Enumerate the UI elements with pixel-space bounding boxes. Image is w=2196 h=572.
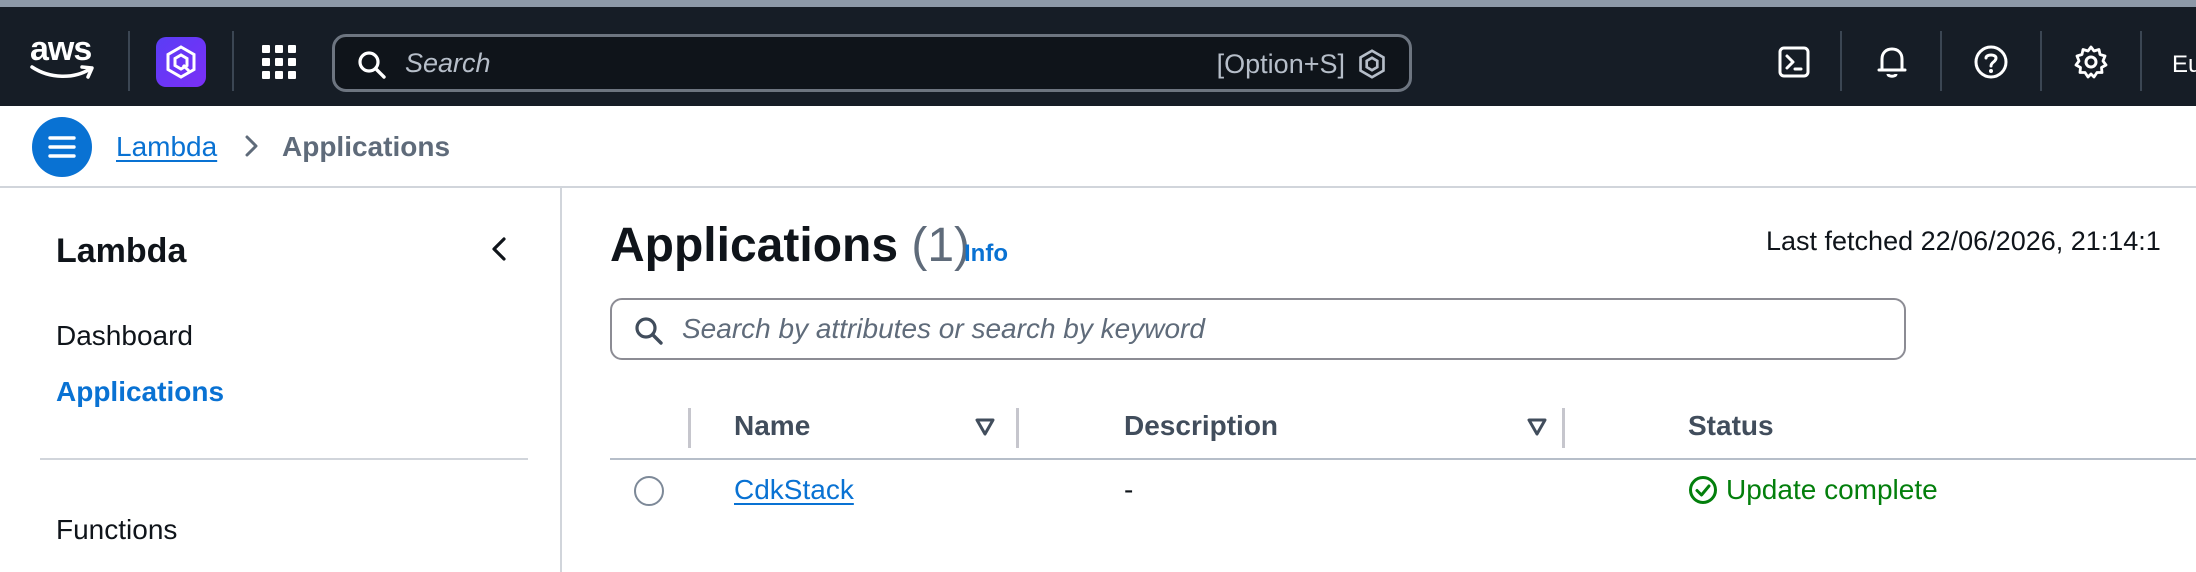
sidebar-item-applications[interactable]: Applications (56, 376, 224, 408)
chevron-right-icon (245, 135, 258, 157)
amazon-q-icon[interactable] (1357, 49, 1387, 79)
global-search-input[interactable] (405, 45, 1105, 81)
nav-divider (232, 31, 234, 91)
breadcrumb-lambda[interactable]: Lambda (116, 131, 217, 163)
table-row[interactable]: CdkStack - Update complete (610, 460, 2196, 544)
top-navigation: aws [Option+S] (0, 0, 2196, 106)
aws-logo-text: aws (30, 30, 92, 68)
help-button[interactable] (1972, 43, 2010, 81)
aws-logo[interactable]: aws (30, 30, 100, 85)
column-separator[interactable] (1562, 408, 1565, 448)
nav-divider (1840, 31, 1842, 91)
global-search[interactable]: [Option+S] (332, 34, 1412, 92)
page-title: Applications (1) (610, 218, 970, 273)
page-title-count: (1) (911, 219, 971, 272)
application-name-link[interactable]: CdkStack (734, 474, 854, 506)
filter-search-input[interactable] (682, 312, 1862, 346)
settings-button[interactable] (2072, 43, 2110, 81)
nav-divider (2040, 31, 2042, 91)
sidebar-divider (40, 458, 528, 460)
gear-icon (2074, 45, 2108, 79)
nav-divider (1940, 31, 1942, 91)
bell-icon (1877, 47, 1907, 78)
sidebar-item-dashboard[interactable]: Dashboard (56, 320, 193, 352)
table-header: Name Description Status (610, 398, 2196, 460)
sort-icon[interactable] (974, 416, 996, 438)
column-header-status[interactable]: Status (1688, 410, 1774, 442)
app-grid-icon[interactable] (262, 45, 296, 79)
nav-divider (2140, 31, 2142, 91)
search-shortcut-hint: [Option+S] (1216, 49, 1345, 79)
status-text: Update complete (1726, 474, 1938, 505)
column-header-name[interactable]: Name (734, 410, 810, 442)
amazon-q-button[interactable] (156, 37, 206, 87)
last-fetched-timestamp: Last fetched 22/06/2026, 21:14:1 (1766, 226, 2161, 256)
check-circle-icon (1689, 476, 1717, 504)
side-menu-toggle[interactable] (32, 117, 92, 177)
column-header-description[interactable]: Description (1124, 410, 1278, 442)
sidebar-item-functions[interactable]: Functions (56, 514, 177, 546)
region-selector[interactable]: Eu (2172, 51, 2196, 79)
application-description: - (1124, 474, 1134, 505)
help-icon (1974, 45, 2008, 79)
cloudshell-button[interactable] (1775, 43, 1813, 81)
breadcrumb: Lambda Applications (0, 106, 2196, 188)
page-title-text: Applications (610, 219, 899, 272)
column-separator[interactable] (1016, 408, 1019, 448)
chevron-left-icon[interactable] (482, 232, 516, 266)
search-icon (358, 51, 386, 79)
amazon-q-icon (166, 45, 196, 79)
filter-search[interactable] (610, 298, 1906, 360)
notifications-button[interactable] (1873, 43, 1911, 81)
cloudshell-icon (1778, 46, 1810, 78)
column-separator (688, 408, 691, 448)
sidebar-title: Lambda (56, 232, 187, 270)
breadcrumb-applications: Applications (282, 131, 451, 162)
sort-icon[interactable] (1526, 416, 1548, 438)
sidebar: Lambda Dashboard Applications Functions (0, 188, 562, 572)
nav-divider (128, 31, 130, 91)
hamburger-icon (48, 136, 76, 158)
status-badge: Update complete (1688, 474, 1938, 506)
main-content: Applications (1) Info Last fetched 22/06… (564, 188, 2196, 572)
row-select-radio[interactable] (634, 476, 664, 506)
info-link[interactable]: Info (964, 240, 1008, 268)
search-icon (635, 317, 663, 345)
